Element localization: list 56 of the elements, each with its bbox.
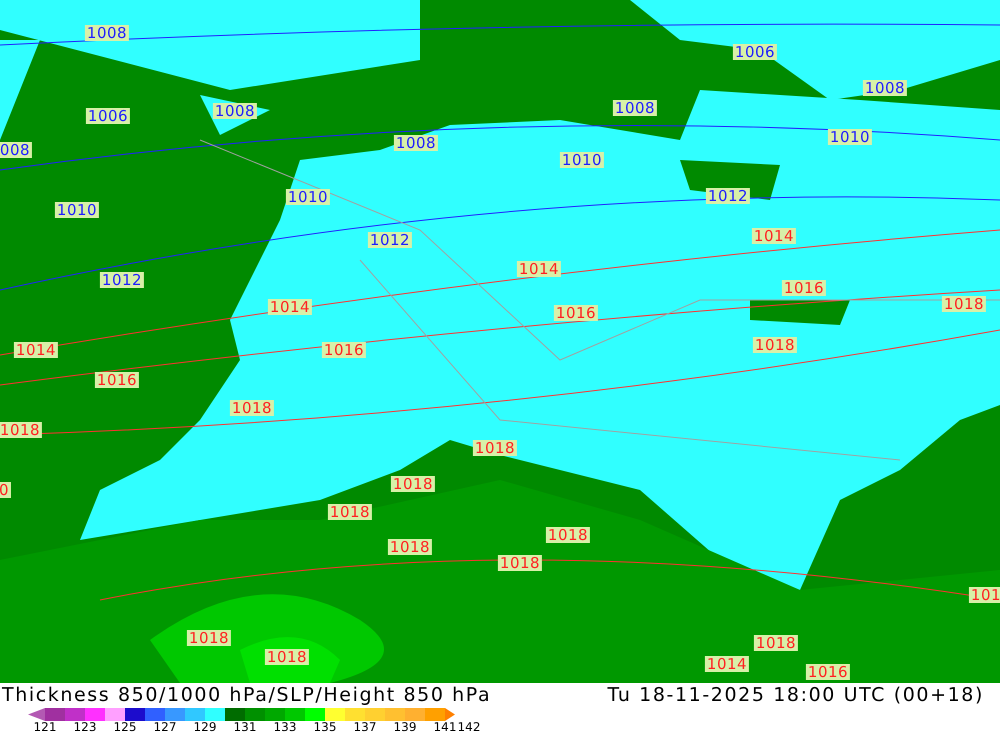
isobar-label: 0: [0, 482, 12, 498]
legend-tick-label: 139: [394, 721, 416, 733]
isobar-label: 1018: [230, 400, 274, 416]
isobar-label: 1014: [14, 342, 58, 358]
isobar-label: 1014: [268, 299, 312, 315]
isobar-label: 1008: [84, 25, 130, 41]
isobar-label: 1016: [554, 305, 598, 321]
legend-tick-label: 133: [274, 721, 296, 733]
left-arrow-icon: [28, 708, 45, 721]
isobar-label: 1016: [806, 664, 850, 680]
isobar-label: 1012: [706, 188, 750, 204]
isobar-label: 1010: [286, 189, 330, 205]
legend-tick-label: 137: [354, 721, 376, 733]
isobar-label: 1018: [472, 440, 518, 456]
isobar-label: 1018: [388, 539, 432, 555]
valid-time: Tu 18-11-2025 18:00 UTC (00+18): [608, 684, 984, 706]
isobar-label: 1018: [390, 476, 436, 492]
legend-tick-label: 125: [114, 721, 136, 733]
legend-tick-label: 123: [74, 721, 96, 733]
isobar-label: 1014: [516, 261, 562, 277]
isobar-label: 1018: [942, 296, 986, 312]
isobar-label: 1016: [322, 342, 366, 358]
legend-tick-label: 127: [154, 721, 176, 733]
isobar-label: 1012: [368, 232, 412, 248]
isobar-label: 101: [968, 587, 1000, 603]
isobar-label: 1014: [752, 228, 796, 244]
isobar-label: 1018: [752, 337, 798, 353]
legend-tick-label: 129: [194, 721, 216, 733]
isobar-label: 008: [0, 142, 32, 158]
isobar-label: 1018: [0, 422, 42, 438]
isobar-label: 1010: [828, 129, 872, 145]
isobar-label: 1006: [732, 44, 778, 60]
isobar-label: 1008: [862, 80, 908, 96]
map-title: Thickness 850/1000 hPa/SLP/Height 850 hPa: [2, 684, 492, 706]
legend-tick-label: 135: [314, 721, 336, 733]
legend-tick-label: 131: [234, 721, 256, 733]
isobar-label: 1016: [94, 372, 140, 388]
isobar-label: 1010: [560, 152, 604, 168]
isobar-label: 1018: [498, 555, 542, 571]
isobar-label: 1006: [86, 108, 130, 124]
isobar-label: 1018: [546, 527, 590, 543]
isobar-label: 1018: [328, 504, 372, 520]
isobar-label: 1014: [704, 656, 750, 672]
legend-tick-label: 121: [34, 721, 56, 733]
legend-tick-label: 141: [434, 721, 456, 733]
isobar-label: 1018: [264, 649, 310, 665]
isobar-label: 1008: [612, 100, 658, 116]
isobar-label: 1018: [754, 635, 798, 651]
right-arrow-icon: [445, 708, 455, 721]
isobar-label: 1012: [100, 272, 144, 288]
isobar-label: 1016: [782, 280, 826, 296]
isobar-label: 1018: [186, 630, 232, 646]
isobar-label: 1010: [54, 202, 100, 218]
isobar-label: 1008: [394, 135, 438, 151]
isobar-label: 1008: [212, 103, 258, 119]
legend-tick-label: 142: [458, 721, 480, 733]
